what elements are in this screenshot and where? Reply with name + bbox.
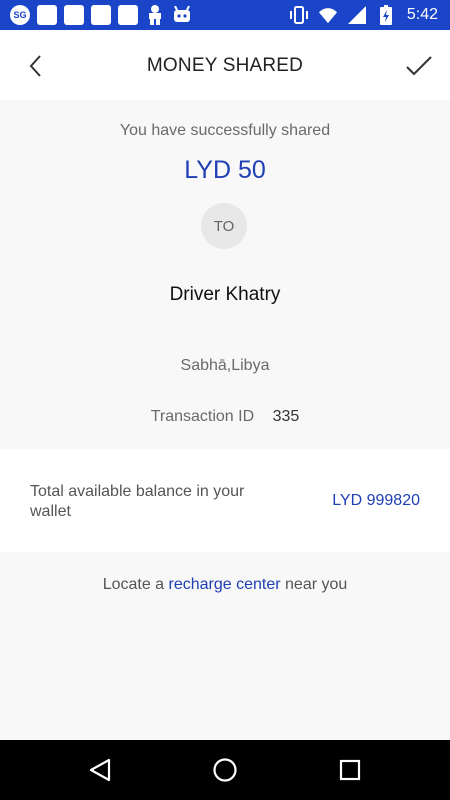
status-bar: SG 5:42 [0, 0, 450, 30]
balance-label: Total available balance in your wallet [30, 483, 245, 520]
recipient-name: Driver Khatry [169, 284, 281, 305]
app-header: MONEY SHARED [0, 30, 450, 100]
recharge-prefix: Locate a [102, 576, 169, 593]
nav-back-button[interactable] [85, 755, 115, 785]
checkmark-icon [406, 56, 432, 76]
balance-card: Total available balance in your wallet L… [0, 449, 450, 552]
notification-icon [37, 5, 57, 25]
transaction-id-value: 335 [272, 408, 300, 425]
status-bar-notifications: SG [10, 5, 192, 25]
recharge-suffix: near you [280, 576, 348, 593]
transaction-row: Transaction ID 335 [0, 408, 450, 426]
notification-icon [91, 5, 111, 25]
vibrate-icon [289, 5, 309, 25]
circle-home-icon [213, 758, 237, 782]
nav-recents-button[interactable] [335, 755, 365, 785]
signal-icon [347, 5, 367, 25]
triangle-back-icon [89, 758, 111, 782]
status-time: 5:42 [406, 6, 438, 23]
recharge-center-link[interactable]: recharge center [169, 576, 281, 593]
sg-badge-icon: SG [10, 5, 30, 25]
recipient-location: Sabhā,Libya [180, 357, 270, 374]
android-icon [145, 5, 165, 25]
shared-amount: LYD 50 [184, 156, 266, 184]
balance-value: LYD 999820 [332, 492, 420, 509]
status-bar-system: 5:42 [289, 5, 438, 25]
page-title: MONEY SHARED [146, 55, 304, 76]
confirm-button[interactable] [402, 49, 436, 83]
recharge-center-line: Locate a recharge center near you [0, 576, 450, 594]
transaction-id-label: Transaction ID [150, 408, 255, 425]
success-message: You have successfully shared [119, 122, 331, 139]
nav-home-button[interactable] [210, 755, 240, 785]
notification-icon [64, 5, 84, 25]
to-badge: TO [201, 203, 247, 249]
bug-icon [172, 5, 192, 25]
wifi-icon [318, 5, 338, 25]
square-recents-icon [339, 759, 361, 781]
battery-icon [376, 5, 396, 25]
notification-icon [118, 5, 138, 25]
system-nav-bar [0, 740, 450, 800]
